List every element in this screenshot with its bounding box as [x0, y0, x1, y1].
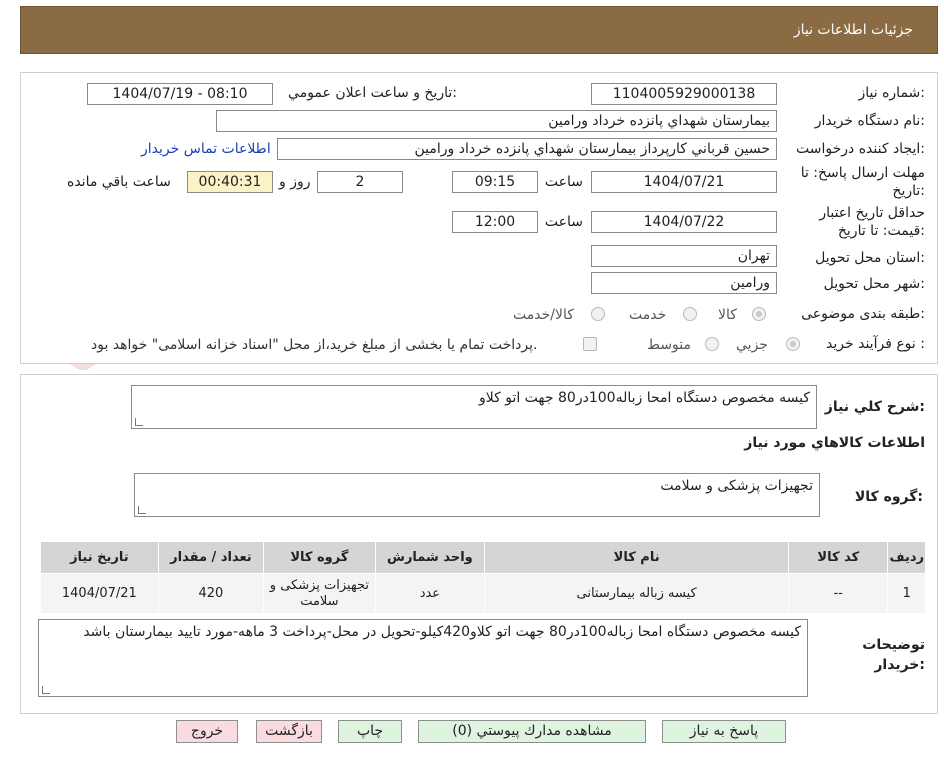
deadline-date-field: 1404/07/21 — [591, 171, 777, 193]
cell-code: -- — [788, 573, 889, 614]
back-button[interactable]: بازگشت — [256, 720, 322, 743]
col-date: تاريخ نياز — [40, 541, 159, 574]
need-number-label: شماره نياز: — [858, 85, 925, 101]
process-label: نوع فرآيند خريد : — [826, 336, 925, 352]
days-label: روز و — [279, 174, 311, 190]
page-title: جزئيات اطلاعات نياز — [793, 22, 913, 38]
treasury-payment-checkbox[interactable] — [583, 337, 597, 351]
validity-time-field: 12:00 — [452, 211, 538, 233]
col-code: كد كالا — [788, 541, 889, 574]
process-radio-medium[interactable] — [705, 337, 719, 351]
resize-grip-icon[interactable] — [135, 418, 143, 426]
view-attachments-button[interactable]: مشاهده مدارك پيوستي (0) — [418, 720, 646, 743]
col-group: گروه كالا — [263, 541, 376, 574]
buyer-org-field: بيمارستان شهداي پانزده خرداد ورامين — [216, 110, 777, 132]
goods-table-header: رديف كد كالا نام كالا واحد شمارش گروه كا… — [40, 541, 926, 574]
buyer-notes-label-line1: توضيحات — [862, 637, 925, 653]
announce-label: تاريخ و ساعت اعلان عمومي: — [288, 85, 457, 101]
validity-time-label: ساعت — [544, 214, 583, 230]
page-header: جزئيات اطلاعات نياز — [20, 6, 938, 54]
buyer-notes-text: كيسه مخصوص دستگاه امحا زباله100در80 جهت … — [83, 624, 801, 640]
goods-section-title: اطلاعات كالاهاي مورد نياز — [744, 435, 925, 451]
city-label: شهر محل تحويل: — [823, 276, 925, 292]
category-option-goods-service: کالا/خدمت — [513, 307, 574, 323]
requester-label: ايجاد کننده درخواست: — [796, 141, 925, 157]
description-label: شرح كلي نياز: — [824, 399, 925, 415]
description-textarea: كيسه مخصوص دستگاه امحا زباله100در80 جهت … — [131, 385, 817, 429]
buyer-contact-link[interactable]: اطلاعات تماس خريدار — [141, 141, 271, 157]
resize-grip-icon[interactable] — [138, 506, 146, 514]
validity-date-field: 1404/07/22 — [591, 211, 777, 233]
cell-group: تجهيزات پزشکی و سلامت — [263, 573, 376, 614]
goods-group-text: تجهيزات پزشکی و سلامت — [660, 478, 813, 494]
resize-grip-icon[interactable] — [42, 686, 50, 694]
remaining-label: ساعت باقي مانده — [67, 174, 171, 190]
col-qty: تعداد / مقدار — [157, 541, 265, 574]
buyer-notes-label-line2: خريدار: — [874, 657, 925, 673]
deadline-label-line1: مهلت ارسال پاسخ: تا — [800, 165, 925, 181]
need-details-panel: شماره نياز: 1104005929000138 تاريخ و ساع… — [20, 72, 938, 364]
need-number-field: 1104005929000138 — [591, 83, 777, 105]
requester-field: حسين قرباني کارپرداز بيمارستان شهداي پان… — [277, 138, 777, 160]
description-text: كيسه مخصوص دستگاه امحا زباله100در80 جهت … — [478, 390, 810, 406]
category-radio-goods[interactable] — [752, 307, 766, 321]
process-radio-minor[interactable] — [786, 337, 800, 351]
col-row: رديف — [887, 541, 926, 574]
category-option-service: خدمت — [629, 307, 667, 323]
table-row: 1 -- كيسه زباله بيمارستانی عدد تجهيزات پ… — [40, 573, 926, 614]
deadline-label-line2: تاريخ: — [892, 183, 925, 199]
cell-qty: 420 — [157, 573, 265, 614]
goods-group-label: گروه كالا: — [854, 489, 923, 505]
deadline-time-label: ساعت — [544, 174, 583, 190]
category-radio-goods-service[interactable] — [591, 307, 605, 321]
cell-row: 1 — [887, 573, 926, 614]
validity-label-line2: قيمت: تا تاريخ: — [837, 223, 925, 239]
buyer-org-label: نام دستگاه خريدار: — [814, 113, 925, 129]
process-option-minor: جزيي — [736, 337, 768, 353]
cell-date: 1404/07/21 — [40, 573, 159, 614]
treasury-payment-note: پرداخت تمام يا بخشی از مبلغ خريد،از محل … — [91, 337, 538, 353]
col-unit: واحد شمارش — [374, 541, 486, 574]
cell-unit: عدد — [374, 573, 486, 614]
category-label: طبقه بندی موضوعی: — [801, 306, 925, 322]
exit-button[interactable]: خروج — [176, 720, 238, 743]
reply-to-need-button[interactable]: پاسخ به نياز — [662, 720, 786, 743]
deadline-time-field: 09:15 — [452, 171, 538, 193]
process-option-medium: متوسط — [647, 337, 691, 353]
category-option-goods: کالا — [718, 307, 737, 323]
province-label: استان محل تحويل: — [815, 250, 925, 266]
cell-name: كيسه زباله بيمارستانی — [484, 573, 790, 614]
announce-datetime-field: 1404/07/19 - 08:10 — [87, 83, 273, 105]
category-radio-service[interactable] — [683, 307, 697, 321]
province-field: تهران — [591, 245, 777, 267]
goods-table: رديف كد كالا نام كالا واحد شمارش گروه كا… — [40, 541, 926, 614]
days-field: 2 — [317, 171, 403, 193]
goods-panel: شرح كلي نياز: كيسه مخصوص دستگاه امحا زبا… — [20, 374, 938, 714]
validity-label-line1: حداقل تاريخ اعتبار — [819, 205, 925, 221]
buyer-notes-textarea: كيسه مخصوص دستگاه امحا زباله100در80 جهت … — [38, 619, 808, 697]
remaining-timer-field: 00:40:31 — [187, 171, 273, 193]
print-button[interactable]: چاپ — [338, 720, 402, 743]
col-name: نام كالا — [484, 541, 790, 574]
city-field: ورامين — [591, 272, 777, 294]
goods-group-textarea: تجهيزات پزشکی و سلامت — [134, 473, 820, 517]
